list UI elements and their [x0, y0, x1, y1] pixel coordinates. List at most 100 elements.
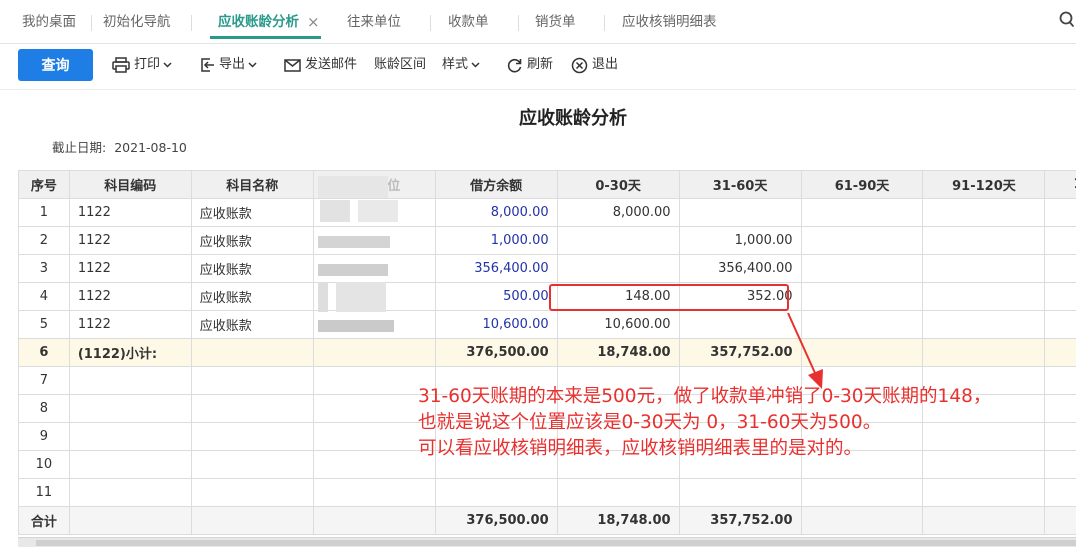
close-circle-icon: [571, 57, 588, 73]
column-header[interactable]: 借方余额: [434, 170, 558, 199]
empty-cell: [190, 366, 314, 395]
account-name: [190, 338, 314, 367]
column-header[interactable]: 61-90天: [800, 170, 924, 199]
account-name: 应收账款: [190, 310, 314, 339]
tab-sales[interactable]: 销货单: [535, 0, 576, 44]
table-header-row: 序号 科目编码 科目名称 往来单位 借方余额 0-30天 31-60天 61-9…: [18, 170, 1076, 199]
export-button[interactable]: 导出: [199, 52, 261, 78]
arrow-icon: [787, 312, 823, 389]
cutoff-date-label: 截止日期:: [52, 140, 107, 155]
tab-ar-aging[interactable]: 应收账龄分析 ×: [210, 0, 321, 44]
empty-cell: [190, 506, 314, 535]
row-no: 11: [18, 478, 70, 507]
tab-separator: [518, 15, 519, 31]
query-button[interactable]: 查询: [18, 49, 93, 81]
column-header[interactable]: 序号: [18, 170, 70, 199]
table-row[interactable]: 1 1122 应收账款 8,000.00 8,000.00: [18, 198, 1076, 227]
tab-init-nav[interactable]: 初始化导航: [103, 0, 171, 44]
highlight-box: [549, 284, 789, 311]
row-no: 6: [18, 338, 70, 367]
print-label: 打印: [134, 57, 161, 72]
row-no: 7: [18, 366, 70, 395]
aging-91-120: [922, 198, 1046, 227]
scrollbar-thumb[interactable]: [36, 540, 1076, 546]
send-email-button[interactable]: 发送邮件: [284, 52, 357, 78]
table-row[interactable]: 11: [18, 478, 1076, 507]
total-label: 合计: [18, 506, 70, 535]
column-header[interactable]: 91-120天: [922, 170, 1046, 199]
aging-31-60: 356,400.00: [678, 254, 802, 283]
horizontal-scrollbar[interactable]: [18, 537, 1076, 547]
empty-cell: [312, 506, 436, 535]
table-row[interactable]: 4 1122 应收账款 500.00 148.00 352.00: [18, 282, 1076, 311]
subtotal-row[interactable]: 6 (1122)小计: 376,500.00 18,748.00 357,752…: [18, 338, 1076, 367]
column-header[interactable]: 31-60天: [678, 170, 802, 199]
tab-receipts[interactable]: 收款单: [448, 0, 489, 44]
tab-ar-aging-label: 应收账龄分析: [218, 14, 299, 30]
tab-separator: [91, 15, 92, 31]
aging-range-button[interactable]: 账龄区间: [374, 52, 426, 78]
exit-button[interactable]: 退出: [571, 52, 618, 78]
tab-separator: [430, 15, 431, 31]
aging-0-30: 10,600.00: [556, 310, 680, 339]
table-row[interactable]: 5 1122 应收账款 10,600.00 10,600.00: [18, 310, 1076, 339]
table-row[interactable]: 3 1122 应收账款 356,400.00 356,400.00: [18, 254, 1076, 283]
aging-table: 序号 科目编码 科目名称 往来单位 借方余额 0-30天 31-60天 61-9…: [18, 170, 1076, 536]
tab-desktop[interactable]: 我的桌面: [22, 0, 76, 44]
empty-cell: [68, 422, 192, 451]
refresh-button[interactable]: 刷新: [506, 52, 553, 78]
row-no: 3: [18, 254, 70, 283]
debit-balance: 356,400.00: [434, 254, 558, 283]
aging-61-90: [800, 198, 924, 227]
empty-cell: [1044, 366, 1076, 395]
refresh-label: 刷新: [527, 57, 554, 72]
empty-cell: [800, 478, 924, 507]
debit-balance: 500.00: [434, 282, 558, 311]
empty-cell: [312, 394, 436, 423]
debit-balance: 10,600.00: [434, 310, 558, 339]
total-row[interactable]: 合计 376,500.00 18,748.00 357,752.00: [18, 506, 1076, 535]
column-header[interactable]: 科目编码: [68, 170, 192, 199]
tab-separator: [604, 15, 605, 31]
aging-0-30: [556, 226, 680, 255]
empty-cell: [312, 366, 436, 395]
aging-0-30: 18,748.00: [556, 506, 680, 535]
tab-separator: [191, 15, 192, 31]
refresh-icon: [507, 58, 522, 72]
aging-91-120: [922, 282, 1046, 311]
aging-0-30: [556, 254, 680, 283]
account-code: 1122: [68, 198, 192, 227]
account-name: 应收账款: [190, 254, 314, 283]
search-icon[interactable]: [1058, 10, 1074, 28]
tab-ar-writeoff-detail[interactable]: 应收核销明细表: [622, 0, 717, 44]
aging-91-120: [922, 226, 1046, 255]
row-no: 9: [18, 422, 70, 451]
annotation-line: 31-60天账期的本来是500元，做了收款单冲销了0-30天账期的148，: [418, 386, 992, 407]
empty-cell: [68, 478, 192, 507]
aging-120-plus: [1044, 226, 1076, 255]
style-button[interactable]: 样式: [442, 52, 484, 78]
aging-120-plus: [1044, 338, 1076, 367]
empty-cell: [68, 506, 192, 535]
cutoff-date: 截止日期: 2021-08-10: [52, 137, 187, 156]
annotation-note: 31-60天账期的本来是500元，做了收款单冲销了0-30天账期的148， 也就…: [418, 384, 991, 462]
print-button[interactable]: 打印: [112, 52, 176, 78]
aging-91-120: [922, 338, 1046, 367]
tab-partners[interactable]: 往来单位: [347, 0, 401, 44]
empty-cell: [1044, 450, 1076, 479]
column-header[interactable]: 120: [1044, 170, 1076, 199]
chevron-down-icon: [471, 62, 480, 68]
table-row[interactable]: 2 1122 应收账款 1,000.00 1,000.00: [18, 226, 1076, 255]
cutoff-date-value: 2021-08-10: [114, 140, 187, 155]
column-header[interactable]: 科目名称: [190, 170, 314, 199]
aging-61-90: [800, 254, 924, 283]
aging-120-plus: [1044, 198, 1076, 227]
row-no: 2: [18, 226, 70, 255]
empty-cell: [312, 478, 436, 507]
debit-balance: 376,500.00: [434, 506, 558, 535]
column-header[interactable]: 0-30天: [556, 170, 680, 199]
style-label: 样式: [442, 57, 469, 72]
annotation-line: 也就是说这个位置应该是0-30天为 0，31-60天为500。: [418, 412, 882, 433]
account-code: 1122: [68, 254, 192, 283]
aging-0-30: 18,748.00: [556, 338, 680, 367]
